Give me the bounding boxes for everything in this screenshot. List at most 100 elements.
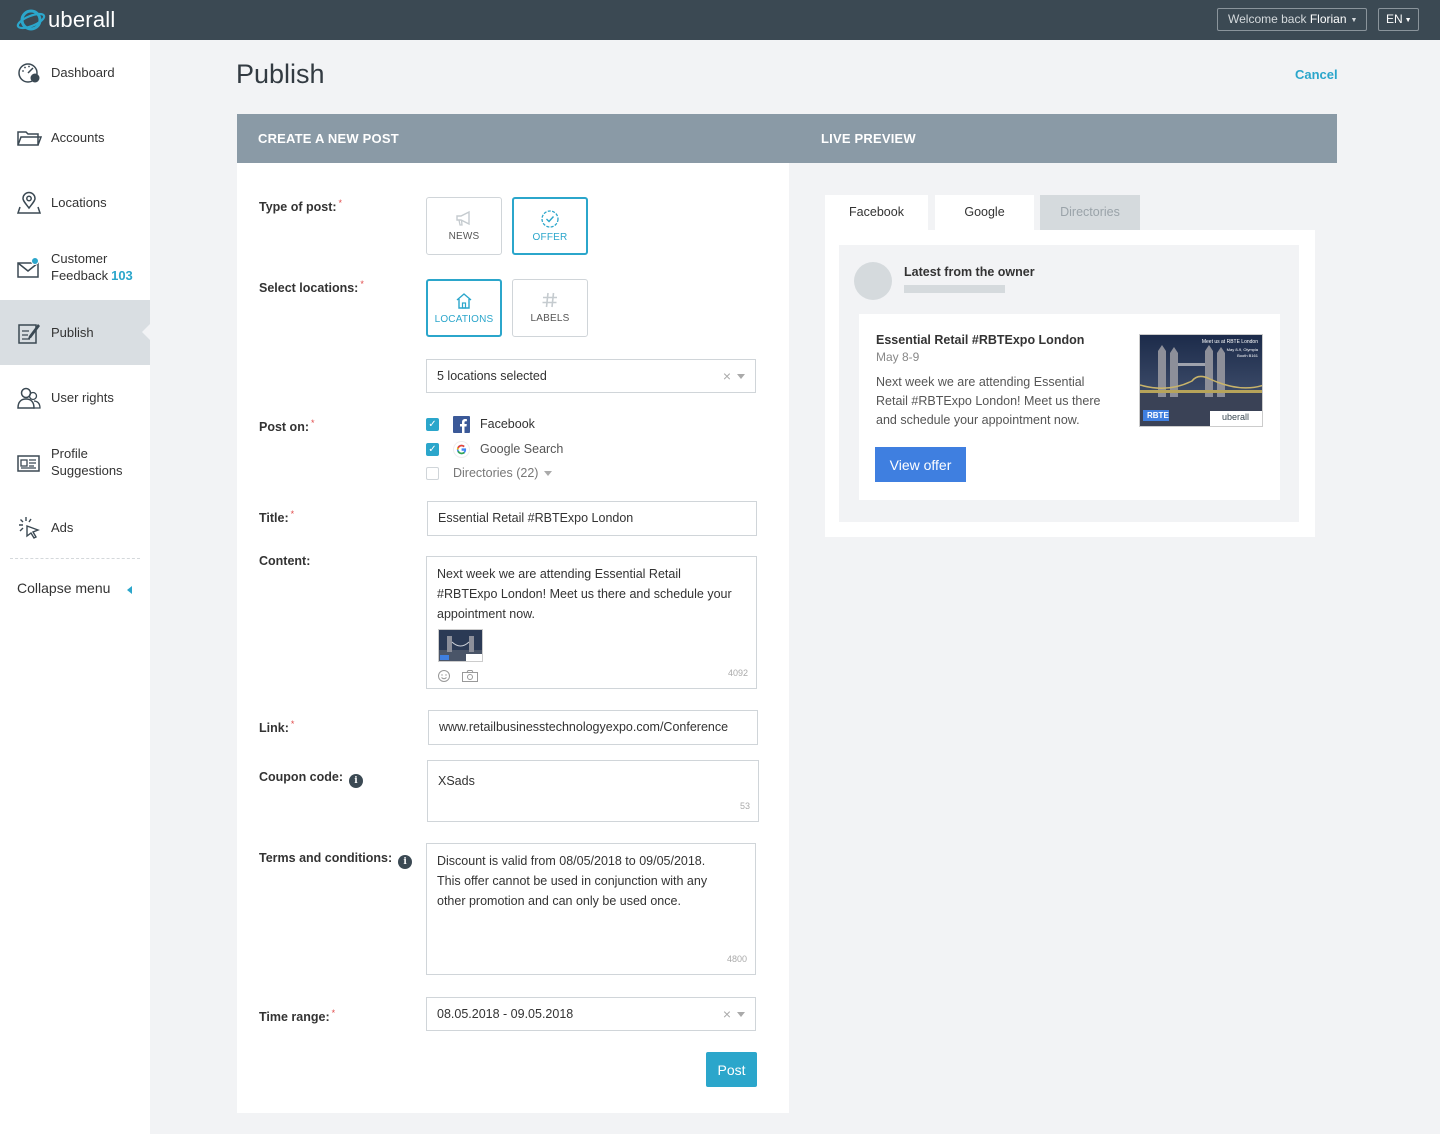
camera-icon[interactable]	[461, 669, 479, 683]
location-mode-locations[interactable]: LOCATIONS	[426, 279, 502, 337]
sidebar-item-dashboard[interactable]: Dashboard	[0, 40, 150, 105]
terms-line: This offer cannot be used in conjunction…	[437, 874, 708, 888]
post-on-google[interactable]: ✓ Google Search	[426, 440, 563, 458]
character-counter: 4800	[726, 954, 747, 964]
cancel-link[interactable]: Cancel	[1295, 67, 1338, 82]
sidebar-divider	[10, 558, 140, 559]
checkbox-empty-icon[interactable]	[426, 466, 439, 480]
location-mode-label: LABELS	[530, 313, 570, 324]
sidebar-item-label: Publish	[51, 325, 94, 340]
user-menu[interactable]: Welcome back Florian ▼	[1217, 8, 1367, 31]
attached-image-thumbnail[interactable]	[438, 629, 483, 662]
required-marker: *	[338, 198, 343, 208]
coupon-code-value: XSads	[438, 774, 475, 788]
caret-down-icon: ▼	[1350, 17, 1358, 24]
post-type-label: OFFER	[532, 232, 568, 243]
dashboard-icon	[16, 60, 42, 86]
locations-select-value: 5 locations selected	[437, 369, 547, 383]
offer-date: May 8-9	[876, 350, 920, 364]
post-on-directories[interactable]: Directories (22)	[426, 464, 553, 482]
image-caption-sub: May 8-9, Olympia	[1226, 347, 1258, 352]
clear-icon[interactable]: ×	[723, 998, 731, 1030]
users-icon	[16, 385, 42, 411]
post-on-facebook[interactable]: ✓ Facebook	[426, 415, 535, 433]
home-icon	[428, 281, 500, 311]
required-marker: *	[331, 1008, 336, 1018]
megaphone-icon	[427, 198, 501, 228]
sidebar-item-label: Dashboard	[51, 65, 115, 80]
time-range-select[interactable]: 08.05.2018 - 09.05.2018 ×	[426, 997, 756, 1031]
chevron-down-icon[interactable]	[544, 470, 553, 476]
post-type-offer[interactable]: OFFER	[512, 197, 588, 255]
preview-tab-facebook[interactable]: Facebook	[825, 195, 928, 230]
required-marker: *	[311, 418, 315, 428]
view-offer-button[interactable]: View offer	[875, 447, 966, 482]
checkbox-checked-icon[interactable]: ✓	[426, 417, 439, 431]
uberall-logo[interactable]: uberall	[16, 6, 115, 34]
cursor-click-icon	[16, 515, 42, 541]
chevron-down-icon[interactable]	[737, 1012, 745, 1017]
image-caption-stand: Booth B161	[1237, 353, 1258, 358]
chevron-down-icon[interactable]	[737, 374, 745, 379]
post-type-news[interactable]: NEWS	[426, 197, 502, 255]
offer-badge-icon	[514, 199, 586, 229]
post-on-label: Post on: *	[259, 418, 315, 434]
sidebar-item-label: Customer Feedback 103	[51, 251, 133, 283]
preview-tab-directories: Directories	[1040, 195, 1140, 230]
terms-line: other promotion and can only be used onc…	[437, 894, 681, 908]
user-name: Florian	[1309, 12, 1347, 26]
post-button[interactable]: Post	[706, 1052, 757, 1087]
post-on-label-text: Directories (22)	[453, 466, 539, 480]
sidebar-item-profile-suggestions[interactable]: Profile Suggestions	[0, 430, 150, 495]
create-post-heading: CREATE A NEW POST	[258, 131, 399, 146]
card-header: CREATE A NEW POST LIVE PREVIEW	[237, 114, 1337, 163]
edit-icon	[16, 320, 42, 346]
google-icon	[453, 440, 470, 458]
sidebar-item-customer-feedback[interactable]: Customer Feedback 103	[0, 235, 150, 300]
emoji-icon[interactable]	[437, 669, 451, 683]
checkbox-checked-icon[interactable]: ✓	[426, 442, 439, 456]
content-line: appointment now.	[437, 607, 535, 621]
top-bar: uberall Welcome back Florian ▼ EN ▼	[0, 0, 1440, 40]
coupon-code-label: Coupon code: i	[259, 770, 364, 788]
facebook-icon	[453, 415, 470, 433]
sidebar: Dashboard Accounts Locations Customer Fee…	[0, 40, 151, 1134]
sidebar-item-locations[interactable]: Locations	[0, 170, 150, 235]
feedback-count-badge: 103	[111, 268, 133, 283]
title-input[interactable]: Essential Retail #RBTExpo London	[427, 501, 757, 536]
id-card-icon	[16, 450, 42, 476]
time-range-value: 08.05.2018 - 09.05.2018	[437, 1007, 574, 1021]
character-counter: 4092	[727, 668, 748, 678]
content-textarea[interactable]: Next week we are attending Essential Ret…	[426, 556, 757, 689]
select-locations-label: Select locations: *	[259, 279, 364, 295]
terms-line: Discount is valid from 08/05/2018 to 09/…	[437, 854, 706, 868]
offer-image: Meet us at RBTE London May 8-9, Olympia …	[1139, 334, 1263, 427]
post-on-label-text: Google Search	[480, 442, 564, 456]
sidebar-item-user-rights[interactable]: User rights	[0, 365, 150, 430]
info-icon[interactable]: i	[349, 774, 364, 788]
clear-icon[interactable]: ×	[723, 360, 731, 392]
location-mode-labels[interactable]: LABELS	[512, 279, 588, 337]
sidebar-item-ads[interactable]: Ads	[0, 495, 150, 560]
coupon-code-input[interactable]: XSads 53	[427, 760, 759, 822]
image-logo-text: uberall	[1222, 412, 1250, 422]
link-label: Link: *	[259, 719, 295, 735]
info-icon[interactable]: i	[398, 855, 413, 869]
caret-left-icon[interactable]	[127, 586, 132, 594]
sidebar-item-publish[interactable]: Publish	[0, 300, 151, 365]
terms-textarea[interactable]: Discount is valid from 08/05/2018 to 09/…	[426, 843, 756, 975]
required-marker: *	[290, 509, 295, 519]
required-marker: *	[290, 719, 295, 729]
hashtag-icon	[513, 280, 587, 310]
collapse-menu-button[interactable]: Collapse menu	[17, 580, 110, 596]
preview-tab-google[interactable]: Google	[935, 195, 1034, 230]
offer-text: Next week we are attending Essential Ret…	[876, 375, 1101, 427]
planet-logo-icon	[16, 9, 46, 31]
locations-select[interactable]: 5 locations selected ×	[426, 359, 756, 393]
sidebar-item-accounts[interactable]: Accounts	[0, 105, 150, 170]
language-select[interactable]: EN ▼	[1378, 8, 1419, 31]
link-input[interactable]: www.retailbusinesstechnologyexpo.com/Con…	[428, 710, 758, 745]
content-line: #RBTExpo London! Meet us there and sched…	[437, 587, 732, 601]
brand-name: uberall	[48, 7, 116, 32]
sidebar-item-label: Profile Suggestions	[51, 446, 123, 478]
